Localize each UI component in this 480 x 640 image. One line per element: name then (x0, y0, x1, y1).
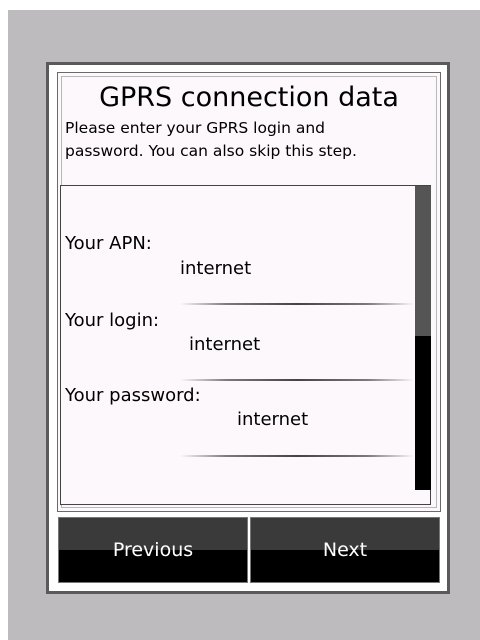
password-field-underline (180, 455, 414, 457)
scrollbar[interactable] (415, 186, 431, 490)
password-field[interactable]: internet (237, 409, 414, 435)
previous-button[interactable]: Previous (58, 517, 248, 583)
password-label: Your password: (65, 385, 201, 406)
page-description: Please enter your GPRS login and passwor… (65, 119, 357, 160)
password-value: internet (237, 409, 309, 430)
scrollbar-thumb[interactable] (415, 186, 431, 336)
next-button[interactable]: Next (250, 517, 440, 583)
login-label: Your login: (65, 310, 160, 331)
apn-field-underline (180, 303, 414, 305)
apn-field[interactable]: internet (180, 258, 414, 284)
login-value: internet (189, 334, 261, 355)
login-field-underline (180, 379, 414, 381)
apn-value: internet (180, 258, 252, 279)
login-field[interactable]: internet (189, 334, 414, 360)
apn-label: Your APN: (65, 233, 152, 254)
page-title: GPRS connection data (99, 82, 399, 113)
